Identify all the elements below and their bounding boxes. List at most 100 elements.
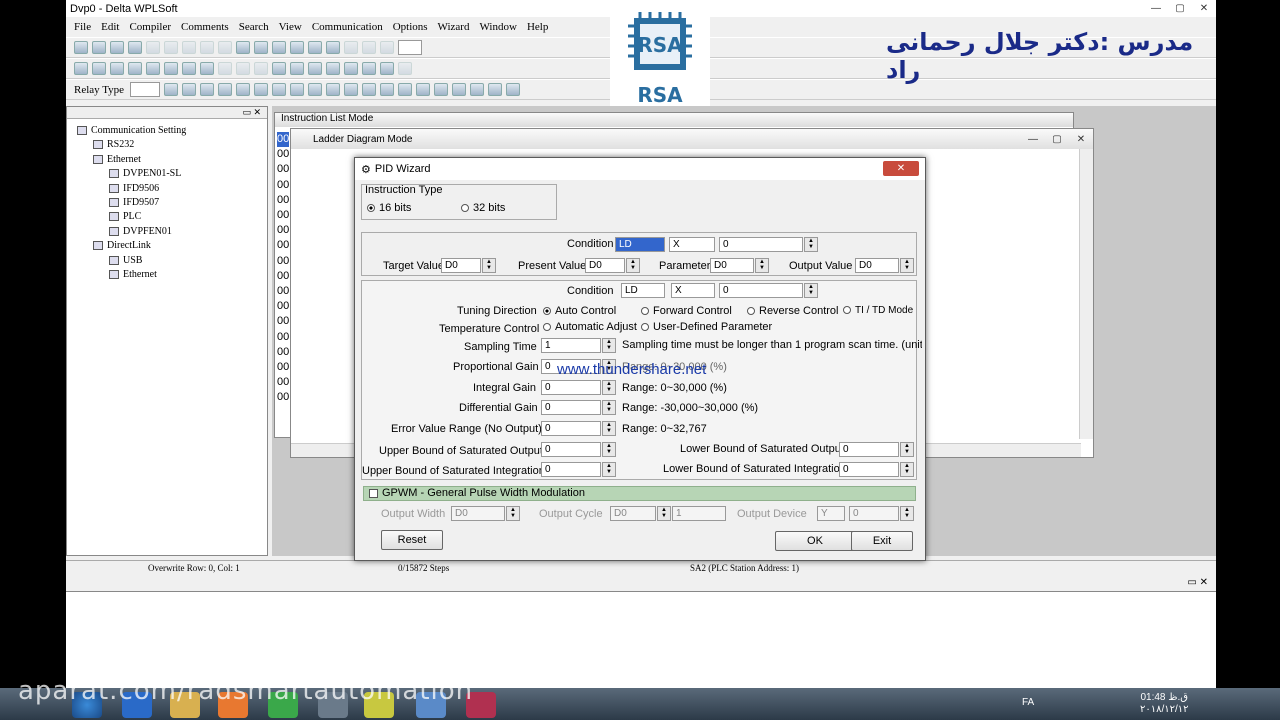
menu-window[interactable]: Window [479, 21, 516, 33]
stop-icon[interactable] [164, 62, 178, 75]
maximize-button[interactable]: ▢ [1168, 2, 1192, 16]
tree-node[interactable]: DVPEN01-SL [109, 168, 181, 179]
dialog-close-button[interactable]: ✕ [883, 161, 919, 176]
lower-integration-spin[interactable]: ▲ ▼ [900, 462, 914, 477]
monitor-icon[interactable] [128, 62, 142, 75]
zoom-out-icon[interactable] [308, 41, 322, 54]
error-icon[interactable] [344, 62, 358, 75]
undo-icon[interactable] [254, 41, 268, 54]
sampling-time-input[interactable]: 1 [541, 338, 601, 353]
write-plc-icon[interactable] [110, 62, 124, 75]
tree-node[interactable]: Communication Setting [77, 125, 186, 136]
new-icon[interactable] [74, 41, 88, 54]
trend-icon[interactable] [290, 62, 304, 75]
tree-node[interactable]: RS232 [93, 139, 134, 150]
invert-icon[interactable] [380, 83, 395, 96]
zoom-select[interactable] [398, 40, 422, 55]
run-icon[interactable] [146, 62, 160, 75]
compile-icon[interactable] [344, 41, 358, 54]
ladder-close-button[interactable]: ✕ [1069, 132, 1093, 146]
instruction-row[interactable]: 00 [277, 208, 289, 223]
instruction-row[interactable]: 00 [277, 193, 289, 208]
diagnose-icon[interactable] [326, 62, 340, 75]
instruction-row[interactable]: 00 [277, 345, 289, 360]
radio-forward-control[interactable]: Forward Control [641, 305, 732, 317]
condition-op-2[interactable]: LD [621, 283, 665, 298]
instruction-row[interactable]: 00 [277, 314, 289, 329]
search-icon[interactable] [488, 83, 503, 96]
output-value-spin[interactable]: ▲ ▼ [900, 258, 914, 273]
tree-node[interactable]: Ethernet [109, 269, 157, 280]
parameter-input[interactable]: D0 [710, 258, 754, 273]
output-cycle-dev[interactable]: D0 [610, 506, 656, 521]
horizontal-line-icon[interactable] [362, 83, 377, 96]
menu-edit[interactable]: Edit [101, 21, 119, 33]
edit-online-icon[interactable] [218, 62, 232, 75]
table-icon[interactable] [200, 62, 214, 75]
menu-comments[interactable]: Comments [181, 21, 229, 33]
target-value-input[interactable]: D0 [441, 258, 481, 273]
parallel-no-icon[interactable] [236, 83, 251, 96]
instruction-row[interactable]: 00 [277, 375, 289, 390]
output-device-spin[interactable]: ▲ ▼ [900, 506, 914, 521]
condition-val-2[interactable]: 0 [719, 283, 803, 298]
exit-button[interactable]: Exit [851, 531, 913, 551]
force-off-icon[interactable] [254, 62, 268, 75]
condition-dev-2[interactable]: X [671, 283, 715, 298]
tree-node[interactable]: DVPFEN01 [109, 226, 172, 237]
menu-compiler[interactable]: Compiler [129, 21, 171, 33]
menu-search[interactable]: Search [239, 21, 269, 33]
network-icon[interactable] [308, 62, 322, 75]
setting-icon[interactable] [380, 62, 394, 75]
parameter-spin[interactable]: ▲ ▼ [755, 258, 769, 273]
present-value-spin[interactable]: ▲ ▼ [626, 258, 640, 273]
radio-automatic-adjust[interactable]: Automatic Adjust [543, 321, 637, 333]
force-on-icon[interactable] [236, 62, 250, 75]
output-value-input[interactable]: D0 [855, 258, 899, 273]
comment-icon[interactable] [452, 83, 467, 96]
ladder-maximize-button[interactable]: ▢ [1045, 132, 1069, 146]
rising-icon[interactable] [398, 83, 413, 96]
condition-spin-1[interactable]: ▲ ▼ [804, 237, 818, 252]
instruction-row[interactable]: 00 [277, 132, 290, 148]
application-icon[interactable] [326, 83, 341, 96]
comm-icon[interactable] [74, 62, 88, 75]
minimize-button[interactable]: — [1144, 2, 1168, 16]
gpwm-checkbox[interactable]: GPWM - General Pulse Width Modulation [369, 487, 585, 499]
menu-wizard[interactable]: Wizard [438, 21, 470, 33]
tree-node[interactable]: DirectLink [93, 240, 151, 251]
contact-rise-icon[interactable] [200, 83, 215, 96]
close-button[interactable]: ✕ [1192, 2, 1216, 16]
falling-icon[interactable] [416, 83, 431, 96]
tree-node[interactable]: IFD9507 [109, 197, 159, 208]
check-icon[interactable] [380, 41, 394, 54]
instruction-row[interactable]: 00 [277, 254, 289, 269]
output-cycle-dev-spin[interactable]: ▲ ▼ [657, 506, 671, 521]
copy-icon[interactable] [200, 41, 214, 54]
mail-icon[interactable] [506, 83, 521, 96]
lower-output-spin[interactable]: ▲ ▼ [900, 442, 914, 457]
parallel-fall-icon[interactable] [290, 83, 305, 96]
radio-reverse-control[interactable]: Reverse Control [747, 305, 838, 317]
offline-icon[interactable] [164, 41, 178, 54]
instruction-row[interactable]: 00 [277, 269, 289, 284]
reset-button[interactable]: Reset [381, 530, 443, 550]
output-width-input[interactable]: D0 [451, 506, 505, 521]
delete-line-icon[interactable] [434, 83, 449, 96]
clock[interactable]: 01:48 ق.ظ ۲۰۱۸/۱۲/۱۲ [1140, 692, 1189, 716]
radio-ti-td-mode[interactable]: TI / TD Mode [843, 305, 913, 316]
condition-op-1[interactable]: LD [615, 237, 665, 252]
instruction-row[interactable]: 00 [277, 162, 289, 177]
tree-node[interactable]: IFD9506 [109, 183, 159, 194]
menu-view[interactable]: View [279, 21, 302, 33]
coil-icon[interactable] [308, 83, 323, 96]
instruction-row[interactable]: 00 [277, 238, 289, 253]
condition-spin-2[interactable]: ▲ ▼ [804, 283, 818, 298]
help-icon[interactable] [326, 41, 340, 54]
delete-icon[interactable] [236, 41, 250, 54]
upper-integration-spin[interactable]: ▲ ▼ [602, 462, 616, 477]
mode-icon[interactable] [362, 62, 376, 75]
menu-help[interactable]: Help [527, 21, 548, 33]
rung-icon[interactable] [470, 83, 485, 96]
upper-output-input[interactable]: 0 [541, 442, 601, 457]
